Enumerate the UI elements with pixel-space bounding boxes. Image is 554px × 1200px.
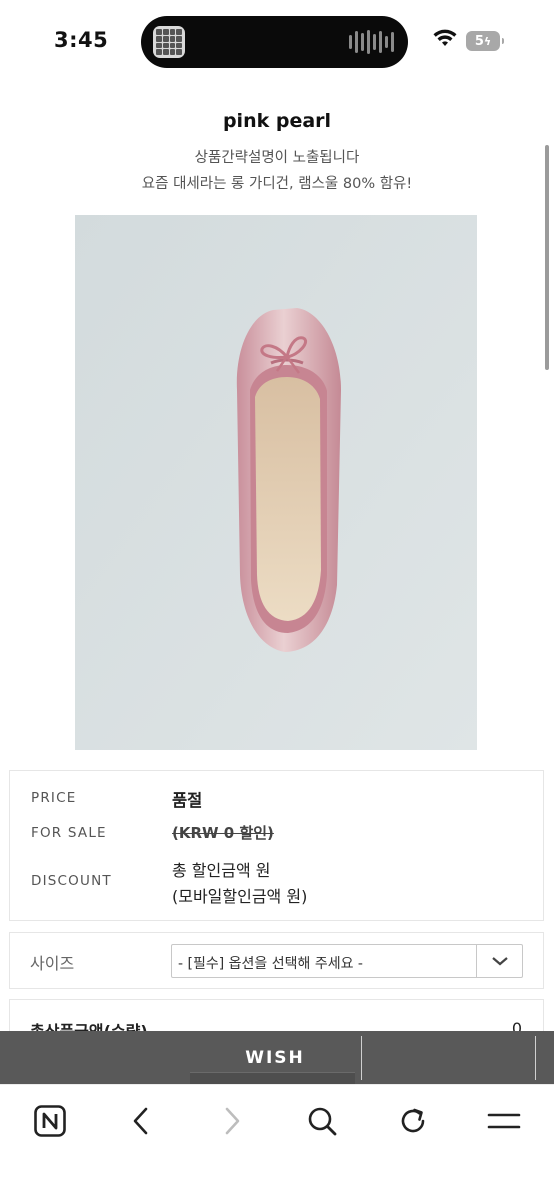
discount-total: 총 할인금액 원: [172, 861, 271, 880]
wish-divider: [361, 1036, 362, 1080]
status-time: 3:45: [54, 28, 109, 52]
now-playing-thumbnail: [153, 26, 185, 58]
charging-bolt-icon: ϟ: [483, 34, 492, 48]
price-value: 품절: [172, 791, 203, 810]
price-label: PRICE: [31, 790, 77, 806]
battery-level: 5: [474, 33, 484, 49]
back-icon[interactable]: [119, 1099, 163, 1143]
browser-toolbar: [0, 1084, 554, 1200]
forward-icon[interactable]: [210, 1099, 254, 1143]
price-info-table: PRICE 품절 FOR SALE (KRW 0 할인) DISCOUNT 총 …: [9, 770, 544, 921]
battery-indicator: 5ϟ: [466, 31, 504, 51]
product-summary-line1: 상품간략설명이 노출됩니다: [194, 150, 360, 166]
wish-divider: [535, 1036, 536, 1080]
status-bar: 3:45 5ϟ: [0, 0, 554, 80]
size-select-value: - [필수] 옵션을 선택해 주세요 -: [178, 956, 363, 972]
wifi-icon: [433, 29, 457, 46]
product-summary-line2: 요즘 대세라는 롱 가디건, 램스울 80% 함유!: [141, 176, 413, 192]
dynamic-island: [141, 16, 408, 68]
search-icon[interactable]: [300, 1099, 344, 1143]
menu-icon[interactable]: [482, 1099, 526, 1143]
size-option-row: 사이즈 - [필수] 옵션을 선택해 주세요 -: [9, 932, 544, 989]
chevron-down-icon[interactable]: [476, 945, 522, 977]
sale-label: FOR SALE: [31, 825, 107, 841]
product-image[interactable]: [75, 215, 477, 750]
reload-icon[interactable]: [391, 1099, 435, 1143]
size-option-label: 사이즈: [30, 954, 75, 973]
audio-waveform-icon: [349, 30, 394, 54]
size-select[interactable]: - [필수] 옵션을 선택해 주세요 -: [171, 944, 523, 978]
sale-value: (KRW 0 할인): [172, 824, 274, 842]
discount-label: DISCOUNT: [31, 873, 112, 889]
wish-bar-overlay: [190, 1072, 355, 1084]
naver-icon[interactable]: [28, 1099, 72, 1143]
discount-mobile: (모바일할인금액 원): [172, 887, 308, 906]
product-title: pink pearl: [222, 110, 332, 132]
